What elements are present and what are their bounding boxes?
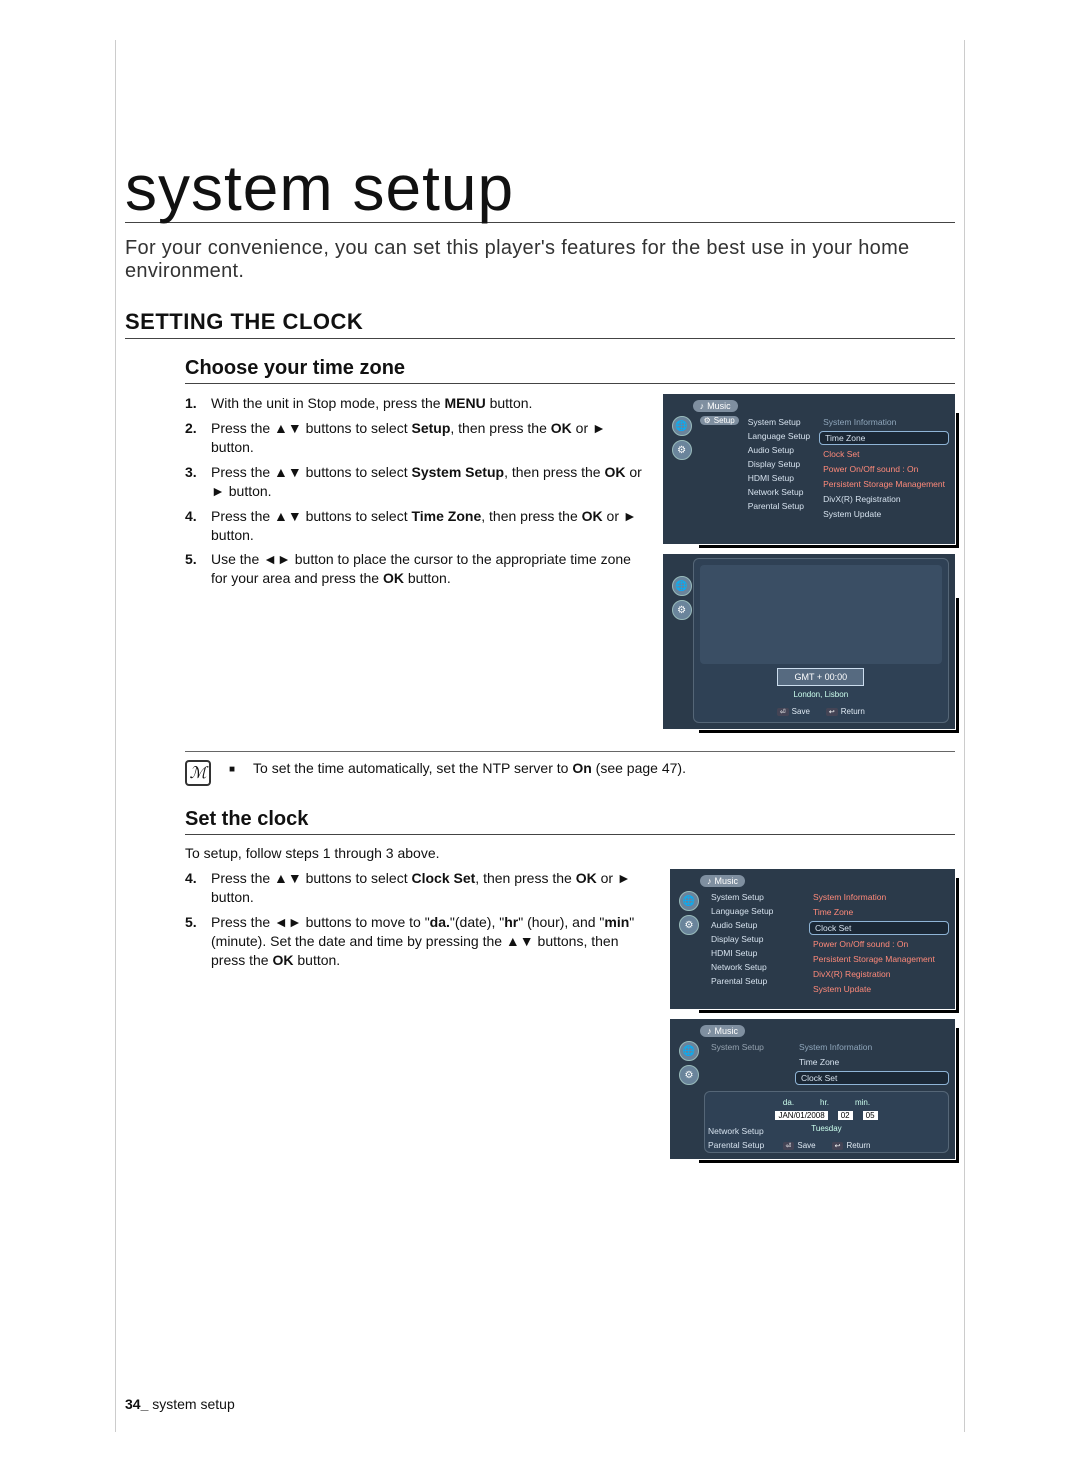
screenshot-system-setup-clockset: ♪Music 🌐 ⚙ System Setup Language Setup A… [670, 869, 955, 1009]
screenshot-clock-values: ♪Music 🌐 ⚙ System Setup System Informati… [670, 1019, 955, 1159]
crumb-music: ♪Music [700, 875, 745, 887]
intro-text: For your convenience, you can set this p… [125, 237, 955, 283]
hour-value: 02 [838, 1111, 853, 1120]
subsection-time-zone: Choose your time zone [185, 357, 955, 384]
screenshot-timezone-map: ♪Mu Time Zone 🌐 ⚙ GMT + 00:00 London, Li… [663, 554, 955, 729]
globe-icon: 🌐 [672, 416, 692, 436]
highlight-clock-set: Clock Set [809, 921, 949, 935]
steps-clock: 4. Press the ▲▼ buttons to select Clock … [185, 869, 655, 969]
screenshot-system-setup-timezone: ♪Music 🌐 ⚙ ⚙Setup System Setup Language … [663, 394, 955, 544]
note: ℳ ■ To set the time automatically, set t… [185, 751, 955, 786]
steps-time-zone: 1. With the unit in Stop mode, press the… [185, 394, 648, 588]
crumb-music: ♪Music [693, 400, 738, 412]
page-title: system setup [125, 0, 955, 223]
city-label: London, Lisbon [793, 690, 848, 699]
crumb-music: ♪Music [700, 1025, 745, 1037]
section-setting-the-clock: SETTING THE CLOCK [125, 309, 955, 339]
clock-lead: To setup, follow steps 1 through 3 above… [185, 845, 955, 861]
globe-icon: 🌐 [672, 576, 692, 596]
highlight-time-zone: Time Zone [819, 431, 949, 445]
weekday-label: Tuesday [811, 1124, 841, 1133]
gmt-value: GMT + 00:00 [777, 668, 864, 686]
globe-icon: 🌐 [679, 891, 699, 911]
note-icon: ℳ [185, 760, 211, 786]
minute-value: 05 [863, 1111, 878, 1120]
subsection-set-the-clock: Set the clock [185, 808, 955, 835]
crumb-setup: ⚙Setup [700, 416, 739, 425]
gear-icon: ⚙ [679, 915, 699, 935]
globe-icon: 🌐 [679, 1041, 699, 1061]
gear-icon: ⚙ [672, 440, 692, 460]
page-footer: 34_ system setup [125, 1396, 235, 1412]
date-value: JAN/01/2008 [775, 1111, 827, 1120]
gear-icon: ⚙ [672, 600, 692, 620]
gear-icon: ⚙ [679, 1065, 699, 1085]
